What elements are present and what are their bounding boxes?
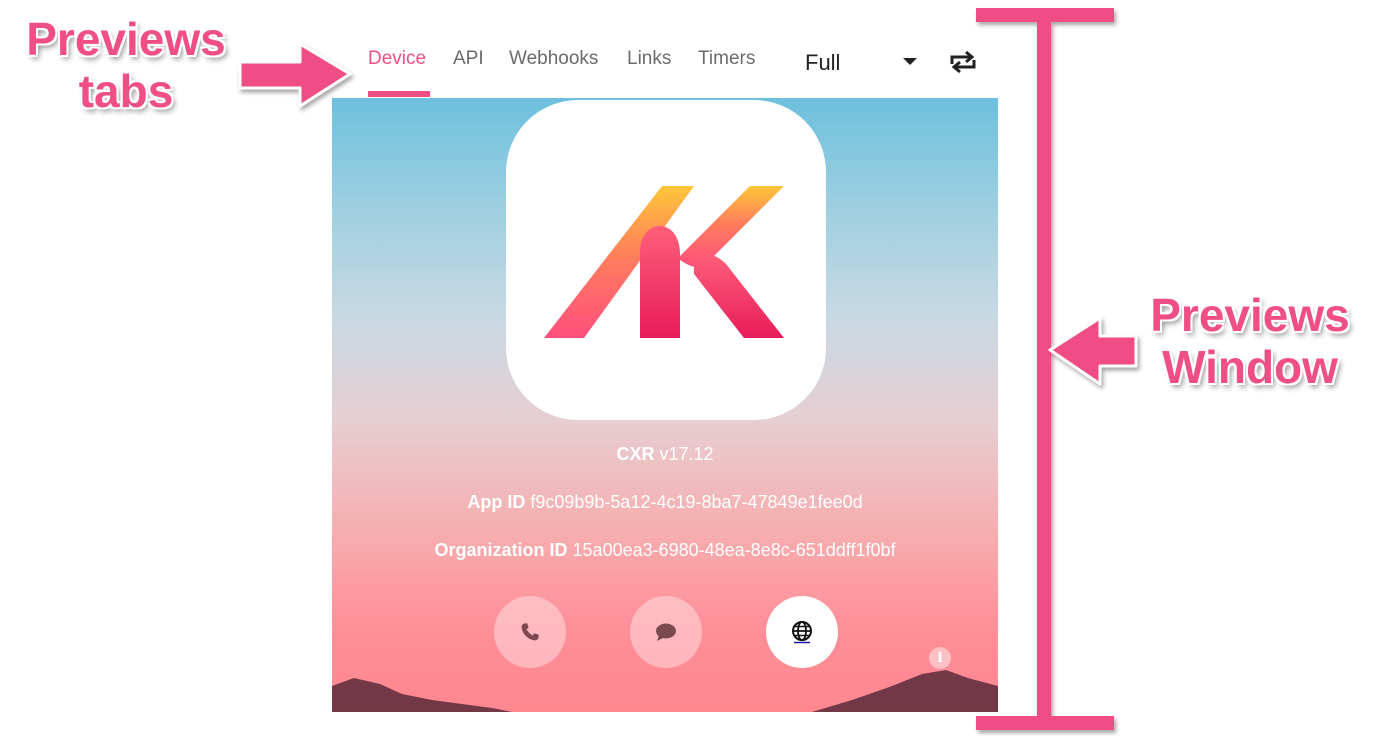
app-id-value: f9c09b9b-5a12-4c19-8ba7-47849e1fee0d bbox=[530, 492, 863, 512]
web-button[interactable] bbox=[766, 596, 838, 668]
globe-icon bbox=[792, 621, 812, 644]
tab-timers[interactable]: Timers bbox=[698, 48, 755, 70]
rotate-button[interactable] bbox=[946, 50, 980, 74]
preview-window: CXR v17.12 App ID f9c09b9b-5a12-4c19-8ba… bbox=[332, 98, 998, 712]
tab-links[interactable]: Links bbox=[627, 48, 671, 70]
caret-down-icon bbox=[903, 58, 917, 65]
app-version-line: CXR v17.12 bbox=[332, 444, 998, 465]
tab-device[interactable]: Device bbox=[368, 48, 426, 70]
app-icon bbox=[506, 100, 826, 420]
app-name: CXR bbox=[616, 444, 655, 464]
app-version: v17.12 bbox=[659, 444, 714, 464]
app-logo bbox=[544, 186, 784, 338]
callout-line: Previews bbox=[26, 13, 226, 65]
view-mode-select[interactable]: Full bbox=[805, 50, 917, 76]
previews-tabs-callout: Previews tabs bbox=[4, 13, 248, 117]
tab-api[interactable]: API bbox=[453, 48, 484, 70]
rotate-icon bbox=[950, 50, 976, 74]
active-tab-indicator bbox=[368, 91, 430, 97]
callout-line: Window bbox=[1162, 340, 1338, 393]
callout-line: tabs bbox=[78, 64, 174, 117]
preview-tab-bar: Device API Webhooks Links Timers Full bbox=[332, 36, 998, 98]
chat-button[interactable] bbox=[630, 596, 702, 668]
info-icon[interactable]: i bbox=[929, 647, 951, 669]
window-arrow bbox=[1048, 316, 1138, 386]
app-id-label: App ID bbox=[467, 492, 526, 512]
phone-button[interactable] bbox=[494, 596, 566, 668]
chat-icon bbox=[656, 623, 676, 641]
app-id-line: App ID f9c09b9b-5a12-4c19-8ba7-47849e1fe… bbox=[332, 492, 998, 513]
organization-id-value: 15a00ea3-6980-48ea-8e8c-651ddff1f0bf bbox=[572, 540, 896, 560]
organization-id-line: Organization ID 15a00ea3-6980-48ea-8e8c-… bbox=[332, 540, 998, 561]
phone-icon bbox=[521, 623, 539, 641]
tab-webhooks[interactable]: Webhooks bbox=[509, 48, 598, 70]
organization-id-label: Organization ID bbox=[434, 540, 568, 560]
previews-window-callout: Previews Window bbox=[1132, 289, 1368, 393]
callout-line: Previews bbox=[1150, 289, 1350, 341]
view-mode-value: Full bbox=[805, 50, 841, 75]
